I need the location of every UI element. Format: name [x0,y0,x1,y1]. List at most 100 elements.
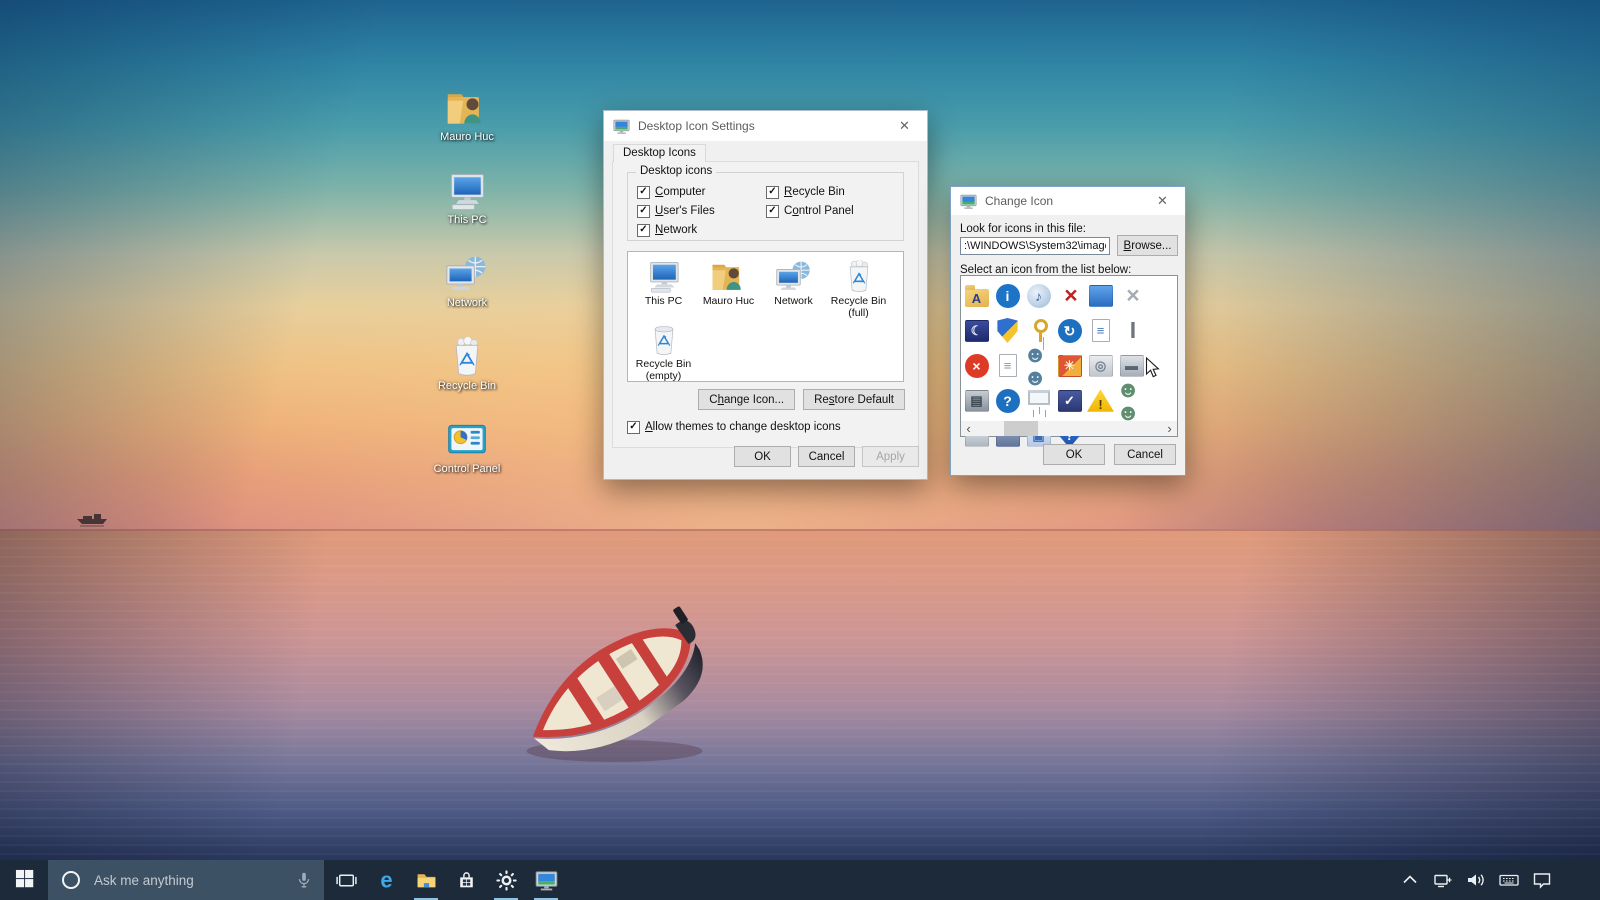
scroll-thumb[interactable] [1004,421,1038,436]
checkbox-label: Network [655,224,697,236]
network-checkbox[interactable]: Network [637,223,715,237]
mauro-huc-desktop-icon[interactable]: Mauro Huc [424,88,510,143]
edge-taskbar-button[interactable] [366,860,406,900]
scanner-grid-item[interactable]: ▤ [961,383,992,418]
file-explorer-taskbar-button[interactable] [406,860,446,900]
photo-grid-item[interactable]: ☀ [1054,348,1085,383]
task-view-taskbar-button[interactable] [326,860,366,900]
folder-letter-a-grid-item[interactable]: A [961,278,992,313]
gray-x-icon: × [1126,284,1136,307]
time-history-grid-item[interactable]: ↻ [1054,313,1085,348]
settings-icon [495,869,518,892]
keyboard-button[interactable] [1497,866,1521,894]
desktop-icon-label: Recycle Bin [438,380,496,392]
key-grid-item[interactable] [1023,313,1054,348]
settings-taskbar-button[interactable] [486,860,526,900]
allow-themes-checkbox[interactable]: Allow themes to change desktop icons [627,420,841,434]
hardware-drive-icon: ▬ [1120,355,1144,377]
document-grid-item[interactable]: ≡ [992,348,1023,383]
scroll-track[interactable] [976,421,1162,436]
recycle-bin-checkbox[interactable]: Recycle Bin [766,185,854,199]
recycle-bin-full-list-item[interactable]: Recycle Bin (full) [826,260,891,319]
mauro-huc-list-item[interactable]: Mauro Huc [696,260,761,319]
close-icon[interactable]: ✕ [882,111,927,141]
checkbox-checked-icon[interactable] [766,186,779,199]
warning-triangle-grid-item[interactable]: ! [1085,383,1116,418]
browse-button[interactable]: Browse... [1117,235,1178,256]
tab-desktop-icons[interactable]: Desktop Icons [613,144,706,162]
projection-screen-grid-item[interactable] [1023,383,1054,418]
chevron-up-icon [1399,869,1421,891]
microphone-icon[interactable] [294,870,314,890]
network-desktop-icon[interactable]: Network [424,254,510,309]
this-pc-list-item[interactable]: This PC [631,260,696,319]
recycle-full-icon [445,337,489,377]
desktop-icon-column: Mauro Huc This PC Network Recycle Bin Co… [424,88,510,475]
checkbox-checked-icon[interactable] [766,205,779,218]
recycle-bin-empty-list-item[interactable]: Recycle Bin (empty) [631,323,696,382]
action-center-button[interactable] [1530,866,1554,894]
gray-x-grid-item[interactable]: × [1116,278,1147,313]
ok-button[interactable]: OK [1043,444,1105,465]
checkbox-checked-icon[interactable] [637,205,650,218]
cortana-icon [60,869,82,891]
close-icon[interactable]: ✕ [1140,187,1185,215]
monitor-sleep-grid-item[interactable]: ☾ [961,313,992,348]
network-list-item[interactable]: Network [761,260,826,319]
red-x-grid-item[interactable]: × [1054,278,1085,313]
users-group-grid-item[interactable]: ☻☻ [1116,383,1147,418]
task-device-grid-item[interactable]: ✓ [1054,383,1085,418]
settings-titlebar[interactable]: Desktop Icon Settings ✕ [604,111,927,141]
this-pc-desktop-icon[interactable]: This PC [424,171,510,226]
display-settings-icon [960,193,977,210]
uac-shield-grid-item[interactable] [992,313,1023,348]
cancel-button[interactable]: Cancel [1114,444,1176,465]
taskbar [0,860,1600,900]
windows-logo-icon [15,869,34,891]
scroll-left-icon[interactable]: ‹ [961,421,976,436]
users-files-checkbox[interactable]: User's Files [637,204,715,218]
key-icon [1027,318,1051,344]
folder-user-icon [710,260,748,293]
recycle-bin-desktop-icon[interactable]: Recycle Bin [424,337,510,392]
users-grid-item[interactable]: ☻☻ [1023,348,1054,383]
cortana-search[interactable] [48,860,324,900]
tray-network-button[interactable] [1431,866,1455,894]
task-view-icon [335,869,358,892]
apply-button[interactable]: Apply [862,446,919,467]
grid-horizontal-scrollbar[interactable]: ‹ › [961,421,1177,436]
tablet-device-grid-item[interactable] [1085,278,1116,313]
audio-cd-grid-item[interactable]: ♪ [1023,278,1054,313]
store-taskbar-button[interactable] [446,860,486,900]
control-panel-desktop-icon[interactable]: Control Panel [424,420,510,475]
cancel-button[interactable]: Cancel [798,446,855,467]
task-device-icon: ✓ [1058,390,1082,412]
text-cursor-icon: I [1130,319,1133,342]
info-circle-grid-item[interactable]: i [992,278,1023,313]
volume-button[interactable] [1464,866,1488,894]
document-text-grid-item[interactable]: ≡ [1085,313,1116,348]
control-panel-checkbox[interactable]: Control Panel [766,204,854,218]
error-circle-grid-item[interactable]: × [961,348,992,383]
start-button[interactable] [0,860,48,900]
text-cursor-grid-item[interactable]: I [1116,313,1147,348]
change-icon-titlebar[interactable]: Change Icon ✕ [951,187,1185,215]
restore-default-button[interactable]: Restore Default [803,389,905,410]
computer-checkbox[interactable]: Computer [637,185,715,199]
change-icon-button[interactable]: Change Icon... [698,389,795,410]
icon-file-input[interactable] [960,237,1110,255]
scroll-right-icon[interactable]: › [1162,421,1177,436]
search-input[interactable] [92,872,294,889]
checkbox-checked-icon[interactable] [637,224,650,237]
checkbox-checked-icon[interactable] [627,421,640,434]
checkbox-checked-icon[interactable] [637,186,650,199]
ok-button[interactable]: OK [734,446,791,467]
store-icon [455,869,478,892]
list-item-label: Recycle Bin (full) [826,295,891,319]
tablet-device-icon [1089,285,1113,307]
help-circle-grid-item[interactable]: ? [992,383,1023,418]
control-panel-icon [445,420,489,460]
software-disc-grid-item[interactable]: ◎ [1085,348,1116,383]
chevron-up-button[interactable] [1398,866,1422,894]
display-settings-taskbar-button[interactable] [526,860,566,900]
